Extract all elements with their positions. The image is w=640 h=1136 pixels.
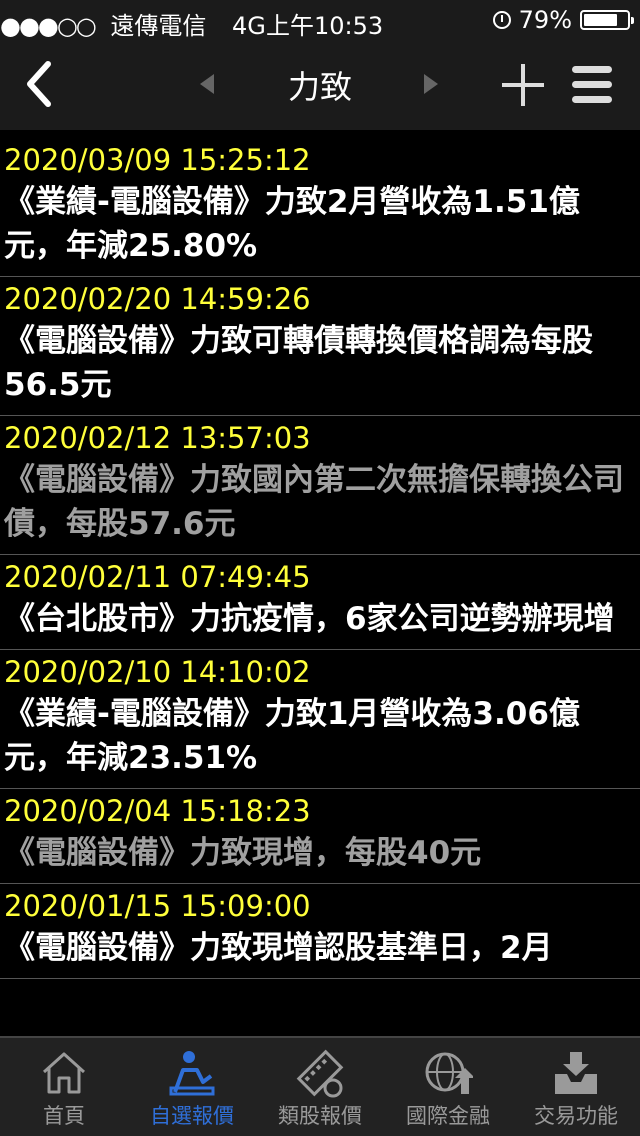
news-headline: 《業績-電腦設備》力致2月營收為1.51億元，年減25.80% [4, 184, 580, 264]
news-date: 2020/03/09 15:25:12 [4, 143, 311, 177]
news-item[interactable]: 2020/02/12 13:57:03 《電腦設備》力致國內第二次無擔保轉換公司… [0, 416, 640, 555]
home-icon [39, 1048, 89, 1098]
news-headline: 《電腦設備》力致現增認股基準日，2月 [4, 930, 553, 966]
news-date: 2020/01/15 15:09:00 [4, 889, 311, 923]
globe-arrow-icon [423, 1048, 475, 1098]
signal-strength-icon: ●●●○○ [0, 12, 97, 40]
tab-international-finance[interactable]: 國際金融 [384, 1038, 512, 1136]
tab-bar: 首頁 自選報價 類股報價 國際金融 交易功能 [0, 1036, 640, 1136]
tab-label: 首頁 [43, 1104, 85, 1128]
news-item[interactable]: 2020/02/11 07:49:45 《台北股市》力抗疫情，6家公司逆勢辦現增 [0, 555, 640, 650]
battery-icon [580, 10, 634, 30]
triangle-right-icon[interactable] [424, 74, 438, 94]
tab-label: 國際金融 [406, 1104, 490, 1128]
tab-watchlist[interactable]: 自選報價 [128, 1038, 256, 1136]
news-headline: 《電腦設備》力致可轉債轉換價格調為每股56.5元 [4, 323, 593, 403]
alarm-icon [492, 11, 511, 29]
news-item[interactable]: 2020/02/20 14:59:26 《電腦設備》力致可轉債轉換價格調為每股5… [0, 277, 640, 416]
news-item[interactable]: 2020/01/15 15:09:00 《電腦設備》力致現增認股基準日，2月 [0, 884, 640, 979]
news-date: 2020/02/12 13:57:03 [4, 421, 311, 455]
tab-label: 交易功能 [534, 1104, 618, 1128]
news-date: 2020/02/10 14:10:02 [4, 655, 311, 689]
news-item[interactable]: 2020/02/10 14:10:02 《業績-電腦設備》力致1月營收為3.06… [0, 650, 640, 789]
network-type: 4G [232, 12, 266, 40]
news-date: 2020/02/11 07:49:45 [4, 560, 311, 594]
news-item[interactable]: 2020/03/09 15:25:12 《業績-電腦設備》力致2月營收為1.51… [0, 138, 640, 277]
hamburger-menu-icon[interactable] [572, 64, 614, 106]
news-date: 2020/02/04 15:18:23 [4, 794, 311, 828]
news-item[interactable]: 2020/02/04 15:18:23 《電腦設備》力致現增，每股40元 [0, 789, 640, 884]
tab-label: 自選報價 [150, 1104, 234, 1128]
page-title: 力致 [287, 68, 352, 106]
tab-home[interactable]: 首頁 [0, 1038, 128, 1136]
triangle-left-icon[interactable] [200, 74, 214, 94]
news-headline: 《電腦設備》力致國內第二次無擔保轉換公司債，每股57.6元 [4, 462, 624, 542]
tab-label: 類股報價 [278, 1104, 362, 1128]
news-list[interactable]: 2020/03/09 15:25:12 《業績-電腦設備》力致2月營收為1.51… [0, 138, 640, 1036]
status-bar: ●●●○○ 遠傳電信 4G 上午10:53 79% [0, 0, 640, 40]
news-headline: 《業績-電腦設備》力致1月營收為3.06億元，年減23.51% [4, 696, 580, 776]
inbox-download-icon [551, 1048, 601, 1098]
chevron-left-icon[interactable] [18, 56, 68, 112]
news-headline: 《台北股市》力抗疫情，6家公司逆勢辦現增 [4, 601, 615, 637]
clock: 上午10:53 [266, 12, 384, 40]
plus-icon[interactable] [502, 64, 544, 106]
tab-trading[interactable]: 交易功能 [512, 1038, 640, 1136]
film-coin-icon [295, 1048, 345, 1098]
news-date: 2020/02/20 14:59:26 [4, 282, 311, 316]
navigation-bar: 力致 [0, 40, 640, 130]
tab-sector-quotes[interactable]: 類股報價 [256, 1038, 384, 1136]
person-chart-icon [167, 1048, 217, 1098]
carrier-name: 遠傳電信 [110, 12, 207, 40]
battery-percent: 79% [518, 6, 572, 34]
news-headline: 《電腦設備》力致現增，每股40元 [4, 835, 482, 871]
